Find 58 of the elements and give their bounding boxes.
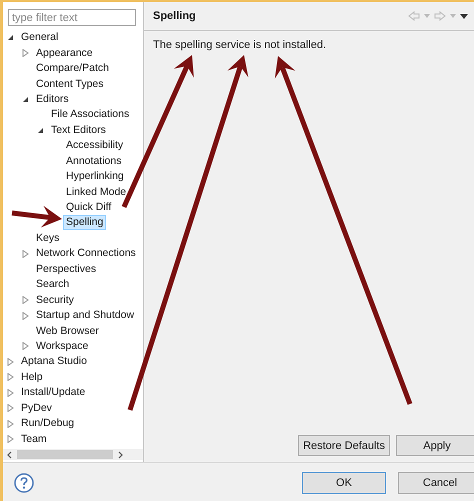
tree-item[interactable]: Run/Debug (18, 416, 78, 432)
expanded-triangle-icon[interactable] (7, 34, 14, 42)
tree-item[interactable]: Perspectives (33, 262, 100, 277)
forward-arrow-icon[interactable] (434, 11, 446, 21)
collapsed-triangle-icon[interactable] (22, 312, 29, 320)
tree-item[interactable]: Startup and Shutdow (33, 308, 138, 324)
tree-item[interactable]: Team (18, 432, 50, 447)
tree-item[interactable]: Hyperlinking (63, 169, 127, 184)
scroll-right-icon[interactable] (116, 450, 124, 458)
tree-item[interactable]: Help (18, 370, 46, 385)
back-arrow-icon[interactable] (408, 11, 420, 21)
tree-item[interactable]: File Associations (48, 107, 132, 122)
tree-item[interactable]: Install/Update (18, 385, 88, 400)
filter-field[interactable]: type filter text (8, 9, 136, 26)
collapsed-triangle-icon[interactable] (22, 296, 29, 304)
tree-item[interactable]: Network Connections (33, 246, 139, 262)
tree-item[interactable]: General (18, 30, 62, 46)
collapsed-triangle-icon[interactable] (7, 358, 14, 366)
tree-item[interactable]: Web Browser (33, 324, 102, 339)
tree-item[interactable]: Editors (33, 92, 72, 107)
dropdown-icon[interactable] (450, 14, 456, 18)
collapsed-triangle-icon[interactable] (7, 404, 14, 412)
tree-item[interactable]: Security (33, 292, 77, 308)
tree-item[interactable]: Linked Mode (63, 184, 130, 200)
tree-item[interactable]: PyDev (18, 400, 55, 416)
dialog-button[interactable]: OK (302, 472, 386, 494)
tree-item[interactable]: Annotations (63, 154, 124, 169)
horizontal-scrollbar[interactable] (3, 449, 143, 460)
tree-item[interactable]: Keys (33, 230, 62, 246)
page-button[interactable]: Apply (396, 435, 474, 456)
tree-item[interactable]: Search (33, 277, 72, 292)
help-icon[interactable] (14, 472, 34, 492)
tree-item[interactable]: Aptana Studio (18, 354, 90, 370)
tree-item[interactable]: Workspace (33, 338, 92, 354)
collapsed-triangle-icon[interactable] (7, 373, 14, 382)
tree-item[interactable]: Compare/Patch (33, 61, 112, 76)
tree-item[interactable]: Accessibility (63, 138, 126, 154)
collapsed-triangle-icon[interactable] (22, 342, 29, 350)
tree-item[interactable]: Spelling (63, 215, 106, 230)
menu-icon[interactable] (460, 14, 468, 18)
expanded-triangle-icon[interactable] (37, 126, 44, 134)
dropdown-icon[interactable] (424, 14, 430, 18)
tree-item[interactable]: Text Editors (48, 122, 109, 138)
message-text: The spelling service is not installed. (152, 38, 328, 53)
collapsed-triangle-icon[interactable] (22, 49, 29, 58)
collapsed-triangle-icon[interactable] (7, 435, 14, 444)
collapsed-triangle-icon[interactable] (7, 420, 14, 428)
tree-item[interactable]: Quick Diff (63, 200, 114, 216)
collapsed-triangle-icon[interactable] (22, 250, 29, 258)
scroll-left-icon[interactable] (6, 450, 14, 458)
dialog-button[interactable]: Cancel (398, 472, 474, 494)
tree-item[interactable]: Content Types (33, 76, 107, 92)
page-button[interactable]: Restore Defaults (298, 435, 390, 456)
collapsed-triangle-icon[interactable] (7, 388, 14, 397)
tree-item[interactable]: Appearance (33, 46, 96, 61)
annotation-arrow (12, 206, 62, 228)
page-title: Spelling (153, 10, 196, 22)
expanded-triangle-icon[interactable] (22, 96, 29, 103)
